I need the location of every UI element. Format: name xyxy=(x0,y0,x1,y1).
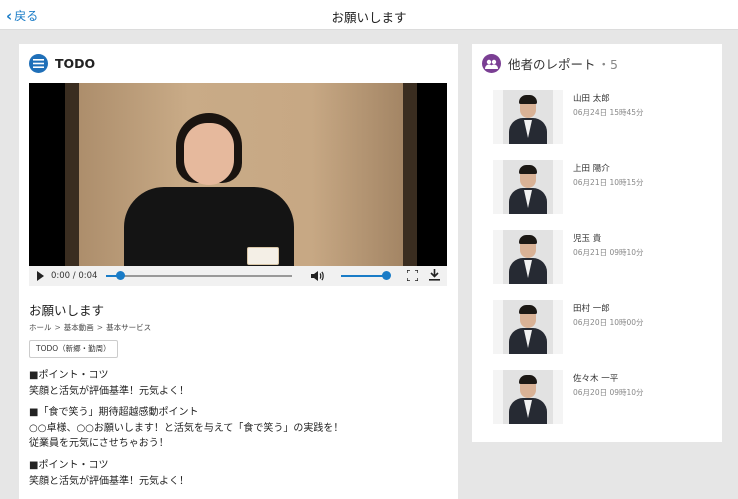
reports-card-header: 他者のレポート ・5 xyxy=(482,54,618,73)
breadcrumb: ホール > 基本動画 > 基本サービス xyxy=(29,322,151,333)
todo-card-header: TODO xyxy=(29,54,95,73)
breadcrumb-item[interactable]: 基本動画 xyxy=(64,323,94,332)
todo-card-title: TODO xyxy=(55,56,96,71)
avatar xyxy=(493,300,563,354)
report-item[interactable]: 山田 太郎 06月24日 15時45分 xyxy=(493,90,713,146)
seek-bar[interactable] xyxy=(106,271,292,280)
play-icon[interactable] xyxy=(37,271,44,281)
report-item[interactable]: 上田 陽介 06月21日 10時15分 xyxy=(493,160,713,216)
report-item[interactable]: 田村 一郎 06月20日 10時00分 xyxy=(493,300,713,356)
video-frame-person xyxy=(124,113,294,286)
report-author: 上田 陽介 xyxy=(573,164,610,174)
reports-count: ・5 xyxy=(597,57,618,72)
section-line: 笑顔と活気が評価基準！元気よく！ xyxy=(29,385,189,397)
reports-card: 他者のレポート ・5 山田 太郎 06月24日 15時45分 上田 陽介 06月2… xyxy=(472,44,722,442)
video-frame-pillar-right xyxy=(403,83,417,286)
report-date: 06月20日 10時00分 xyxy=(573,318,644,327)
description-section: ■ポイント・コツ 笑顔と活気が評価基準！元気よく！ xyxy=(29,458,449,489)
download-icon[interactable] xyxy=(429,269,440,284)
volume-fill xyxy=(341,275,387,277)
section-heading: ■ポイント・コツ xyxy=(29,370,109,381)
description-section: ■ポイント・コツ 笑顔と活気が評価基準！元気よく！ xyxy=(29,368,449,399)
report-author: 山田 太郎 xyxy=(573,94,610,104)
reports-title-text: 他者のレポート xyxy=(508,57,596,72)
volume-icon[interactable] xyxy=(311,270,324,285)
avatar xyxy=(493,90,563,144)
section-line: ○○卓様、○○お願いします！と活気を与えて「食で笑う」の実践を！ xyxy=(29,422,344,434)
avatar xyxy=(493,370,563,424)
description: ■ポイント・コツ 笑顔と活気が評価基準！元気よく！ ■「食で笑う」期待超越感動ポ… xyxy=(29,368,449,495)
video-player[interactable] xyxy=(29,83,447,286)
report-date: 06月20日 09時10分 xyxy=(573,388,644,397)
report-date: 06月21日 09時10分 xyxy=(573,248,644,257)
breadcrumb-separator: > xyxy=(96,323,104,332)
reports-card-title: 他者のレポート ・5 xyxy=(508,54,618,73)
section-heading: ■「食で笑う」期待超越感動ポイント xyxy=(29,407,199,419)
section-line: 笑顔と活気が評価基準！元気よく！ xyxy=(29,475,189,487)
video-controls: 0:00 / 0:04 xyxy=(29,266,447,286)
video-frame-pillar-left xyxy=(65,83,79,286)
top-bar: ‹ 戻る お願いします xyxy=(0,0,738,30)
group-icon xyxy=(482,54,501,73)
category-tag[interactable]: TODO（新郷・勤周） xyxy=(29,340,118,358)
report-item[interactable]: 児玉 貴 06月21日 09時10分 xyxy=(493,230,713,286)
section-line: 従業員を元気にさせちゃおう！ xyxy=(29,438,169,450)
breadcrumb-item[interactable]: ホール xyxy=(29,323,52,332)
volume-slider[interactable] xyxy=(341,271,392,280)
breadcrumb-separator: > xyxy=(54,323,61,332)
report-author: 佐々木 一平 xyxy=(573,374,619,384)
fullscreen-icon[interactable] xyxy=(406,269,419,284)
todo-card: TODO 0:00 / 0:04 お願いします ホール > 基本動画 > 基本サ… xyxy=(19,44,458,499)
list-icon xyxy=(29,54,48,73)
avatar xyxy=(493,160,563,214)
content-title: お願いします xyxy=(29,303,105,318)
seek-knob[interactable] xyxy=(116,271,126,280)
description-section: ■「食で笑う」期待超越感動ポイント ○○卓様、○○お願いします！と活気を与えて「… xyxy=(29,405,449,452)
report-date: 06月21日 10時15分 xyxy=(573,178,644,187)
report-author: 田村 一郎 xyxy=(573,304,610,314)
avatar xyxy=(493,230,563,284)
volume-knob[interactable] xyxy=(382,271,392,280)
report-author: 児玉 貴 xyxy=(573,234,602,244)
report-date: 06月24日 15時45分 xyxy=(573,108,644,117)
section-heading: ■ポイント・コツ xyxy=(29,459,109,471)
report-item[interactable]: 佐々木 一平 06月20日 09時10分 xyxy=(493,370,713,426)
video-time: 0:00 / 0:04 xyxy=(51,271,98,281)
page-title: お願いします xyxy=(331,10,407,25)
breadcrumb-item[interactable]: 基本サービス xyxy=(106,323,151,332)
